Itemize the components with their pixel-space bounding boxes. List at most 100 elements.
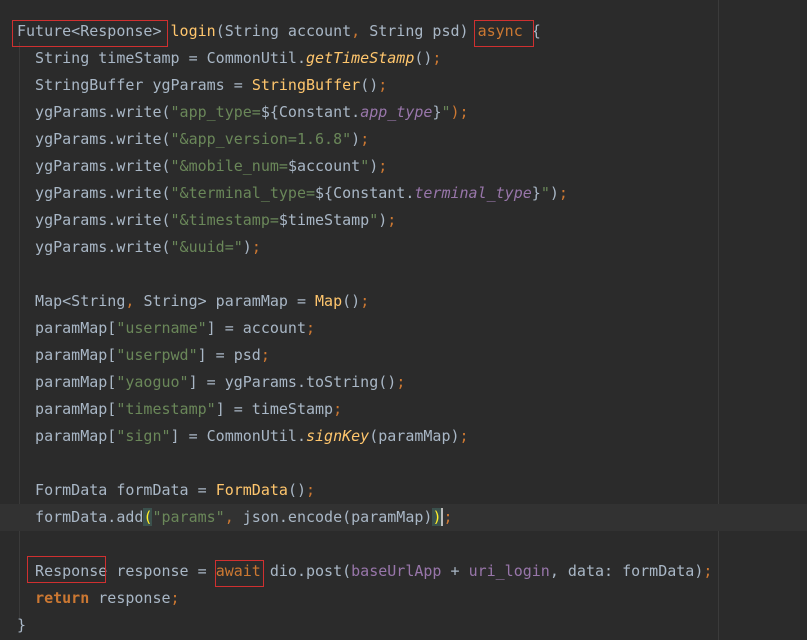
code-line[interactable]: ygParams.write("&terminal_type=${Constan… bbox=[17, 180, 568, 207]
code-line[interactable]: paramMap["sign"] = CommonUtil.signKey(pa… bbox=[17, 423, 469, 450]
code-token: Constant. bbox=[278, 103, 361, 121]
code-token: ; bbox=[251, 238, 261, 256]
code-token: () bbox=[414, 49, 433, 67]
code-line[interactable]: String timeStamp = CommonUtil.getTimeSta… bbox=[17, 45, 441, 72]
code-token: ; bbox=[378, 76, 388, 94]
code-token: Map bbox=[315, 292, 343, 310]
code-token: dio.post( bbox=[260, 562, 352, 580]
code-line[interactable]: ygParams.write("app_type=${Constant.app_… bbox=[17, 99, 469, 126]
code-token: getTimeStamp bbox=[305, 49, 415, 67]
code-token: terminal_type bbox=[414, 184, 532, 202]
code-line[interactable]: paramMap["timestamp"] = timeStamp; bbox=[17, 396, 342, 423]
code-token: Response response = bbox=[17, 562, 216, 580]
code-token: ygParams.write( bbox=[17, 130, 171, 148]
code-line[interactable]: return response; bbox=[17, 585, 180, 612]
code-token: , bbox=[224, 508, 243, 526]
code-token: ygParams.write( bbox=[17, 184, 171, 202]
code-token: ygParams.write( bbox=[17, 157, 171, 175]
code-line[interactable]: StringBuffer ygParams = StringBuffer(); bbox=[17, 72, 387, 99]
code-line[interactable]: formData.add("params", json.encode(param… bbox=[17, 504, 453, 531]
code-token: login bbox=[170, 22, 216, 40]
code-token: ; bbox=[306, 481, 316, 499]
code-token: paramMap[ bbox=[17, 427, 117, 445]
code-token: (String account bbox=[215, 22, 352, 40]
code-token: " bbox=[441, 103, 451, 121]
code-token: ) bbox=[351, 130, 361, 148]
code-token: } bbox=[17, 616, 27, 634]
code-token: json.encode(paramMap) bbox=[242, 508, 433, 526]
code-token: String psd) bbox=[369, 22, 478, 40]
code-token: async bbox=[477, 22, 523, 40]
code-token: "timestamp" bbox=[116, 400, 216, 418]
code-token: ] = timeStamp bbox=[215, 400, 334, 418]
code-token: ${ bbox=[315, 184, 334, 202]
code-token: ; bbox=[333, 400, 343, 418]
code-token: ; bbox=[260, 346, 270, 364]
code-line[interactable]: ygParams.write("&mobile_num=$account"); bbox=[17, 153, 387, 180]
code-token: ; bbox=[459, 427, 469, 445]
code-token: Map<String bbox=[17, 292, 126, 310]
code-token: ); bbox=[450, 103, 469, 121]
code-token: ] = ygParams.toString() bbox=[188, 373, 397, 391]
code-token: await bbox=[215, 562, 261, 580]
code-token: Future<Response> bbox=[17, 22, 162, 40]
code-token: uri_login bbox=[468, 562, 550, 580]
code-token: " bbox=[342, 130, 352, 148]
code-token: "app_type= bbox=[170, 103, 261, 121]
code-line[interactable]: ygParams.write("&app_version=1.6.8"); bbox=[17, 126, 369, 153]
code-line[interactable]: ygParams.write("&timestamp=$timeStamp"); bbox=[17, 207, 396, 234]
code-token: ; bbox=[396, 373, 406, 391]
code-token: "&mobile_num= bbox=[170, 157, 288, 175]
code-token: "&uuid=" bbox=[170, 238, 243, 256]
code-token: response bbox=[89, 589, 171, 607]
code-line[interactable]: } bbox=[17, 612, 26, 639]
code-token: "&timestamp= bbox=[170, 211, 279, 229]
code-token: "params" bbox=[152, 508, 225, 526]
code-token: + bbox=[441, 562, 469, 580]
code-token: formData.add bbox=[17, 508, 144, 526]
code-token: paramMap[ bbox=[17, 346, 117, 364]
code-token: $timeStamp bbox=[278, 211, 370, 229]
code-line[interactable]: Map<String, String> paramMap = Map(); bbox=[17, 288, 369, 315]
code-token: () bbox=[342, 292, 361, 310]
code-token: ygParams.write( bbox=[17, 238, 171, 256]
code-token: "userpwd" bbox=[116, 346, 198, 364]
code-editor[interactable]: Future<Response> login(String account, S… bbox=[0, 0, 807, 640]
code-token: ; bbox=[360, 292, 370, 310]
code-token: FormData bbox=[215, 481, 288, 499]
code-token: baseUrlApp bbox=[351, 562, 442, 580]
code-token: "&app_version= bbox=[170, 130, 297, 148]
code-token: ; bbox=[558, 184, 568, 202]
code-line[interactable]: Future<Response> login(String account, S… bbox=[17, 18, 541, 45]
code-token: ; bbox=[387, 211, 397, 229]
code-token: ) bbox=[369, 157, 379, 175]
code-token: , bbox=[125, 292, 144, 310]
code-token: ${ bbox=[260, 103, 279, 121]
code-token: " bbox=[360, 157, 370, 175]
code-token: "yaoguo" bbox=[116, 373, 189, 391]
code-line[interactable]: paramMap["userpwd"] = psd; bbox=[17, 342, 270, 369]
code-token: 1.6.8 bbox=[296, 130, 343, 148]
code-token: () bbox=[360, 76, 379, 94]
code-line[interactable]: paramMap["yaoguo"] = ygParams.toString()… bbox=[17, 369, 405, 396]
code-token: return bbox=[35, 589, 90, 607]
code-token: ; bbox=[170, 589, 180, 607]
code-token: , data: formData) bbox=[549, 562, 704, 580]
code-token: paramMap[ bbox=[17, 400, 117, 418]
code-token: ) bbox=[549, 184, 559, 202]
code-token: ; bbox=[703, 562, 713, 580]
code-line[interactable]: Response response = await dio.post(baseU… bbox=[17, 558, 712, 585]
code-token: , bbox=[351, 22, 370, 40]
code-line[interactable]: FormData formData = FormData(); bbox=[17, 477, 315, 504]
code-token: " bbox=[540, 184, 550, 202]
code-token: String timeStamp = CommonUtil. bbox=[17, 49, 306, 67]
code-line[interactable]: paramMap["username"] = account; bbox=[17, 315, 315, 342]
code-line[interactable]: ygParams.write("&uuid="); bbox=[17, 234, 261, 261]
code-token: ) bbox=[378, 211, 388, 229]
code-token: ; bbox=[432, 49, 442, 67]
code-token: ] = account bbox=[206, 319, 306, 337]
code-token: ; bbox=[306, 319, 316, 337]
code-token: StringBuffer ygParams = bbox=[17, 76, 252, 94]
